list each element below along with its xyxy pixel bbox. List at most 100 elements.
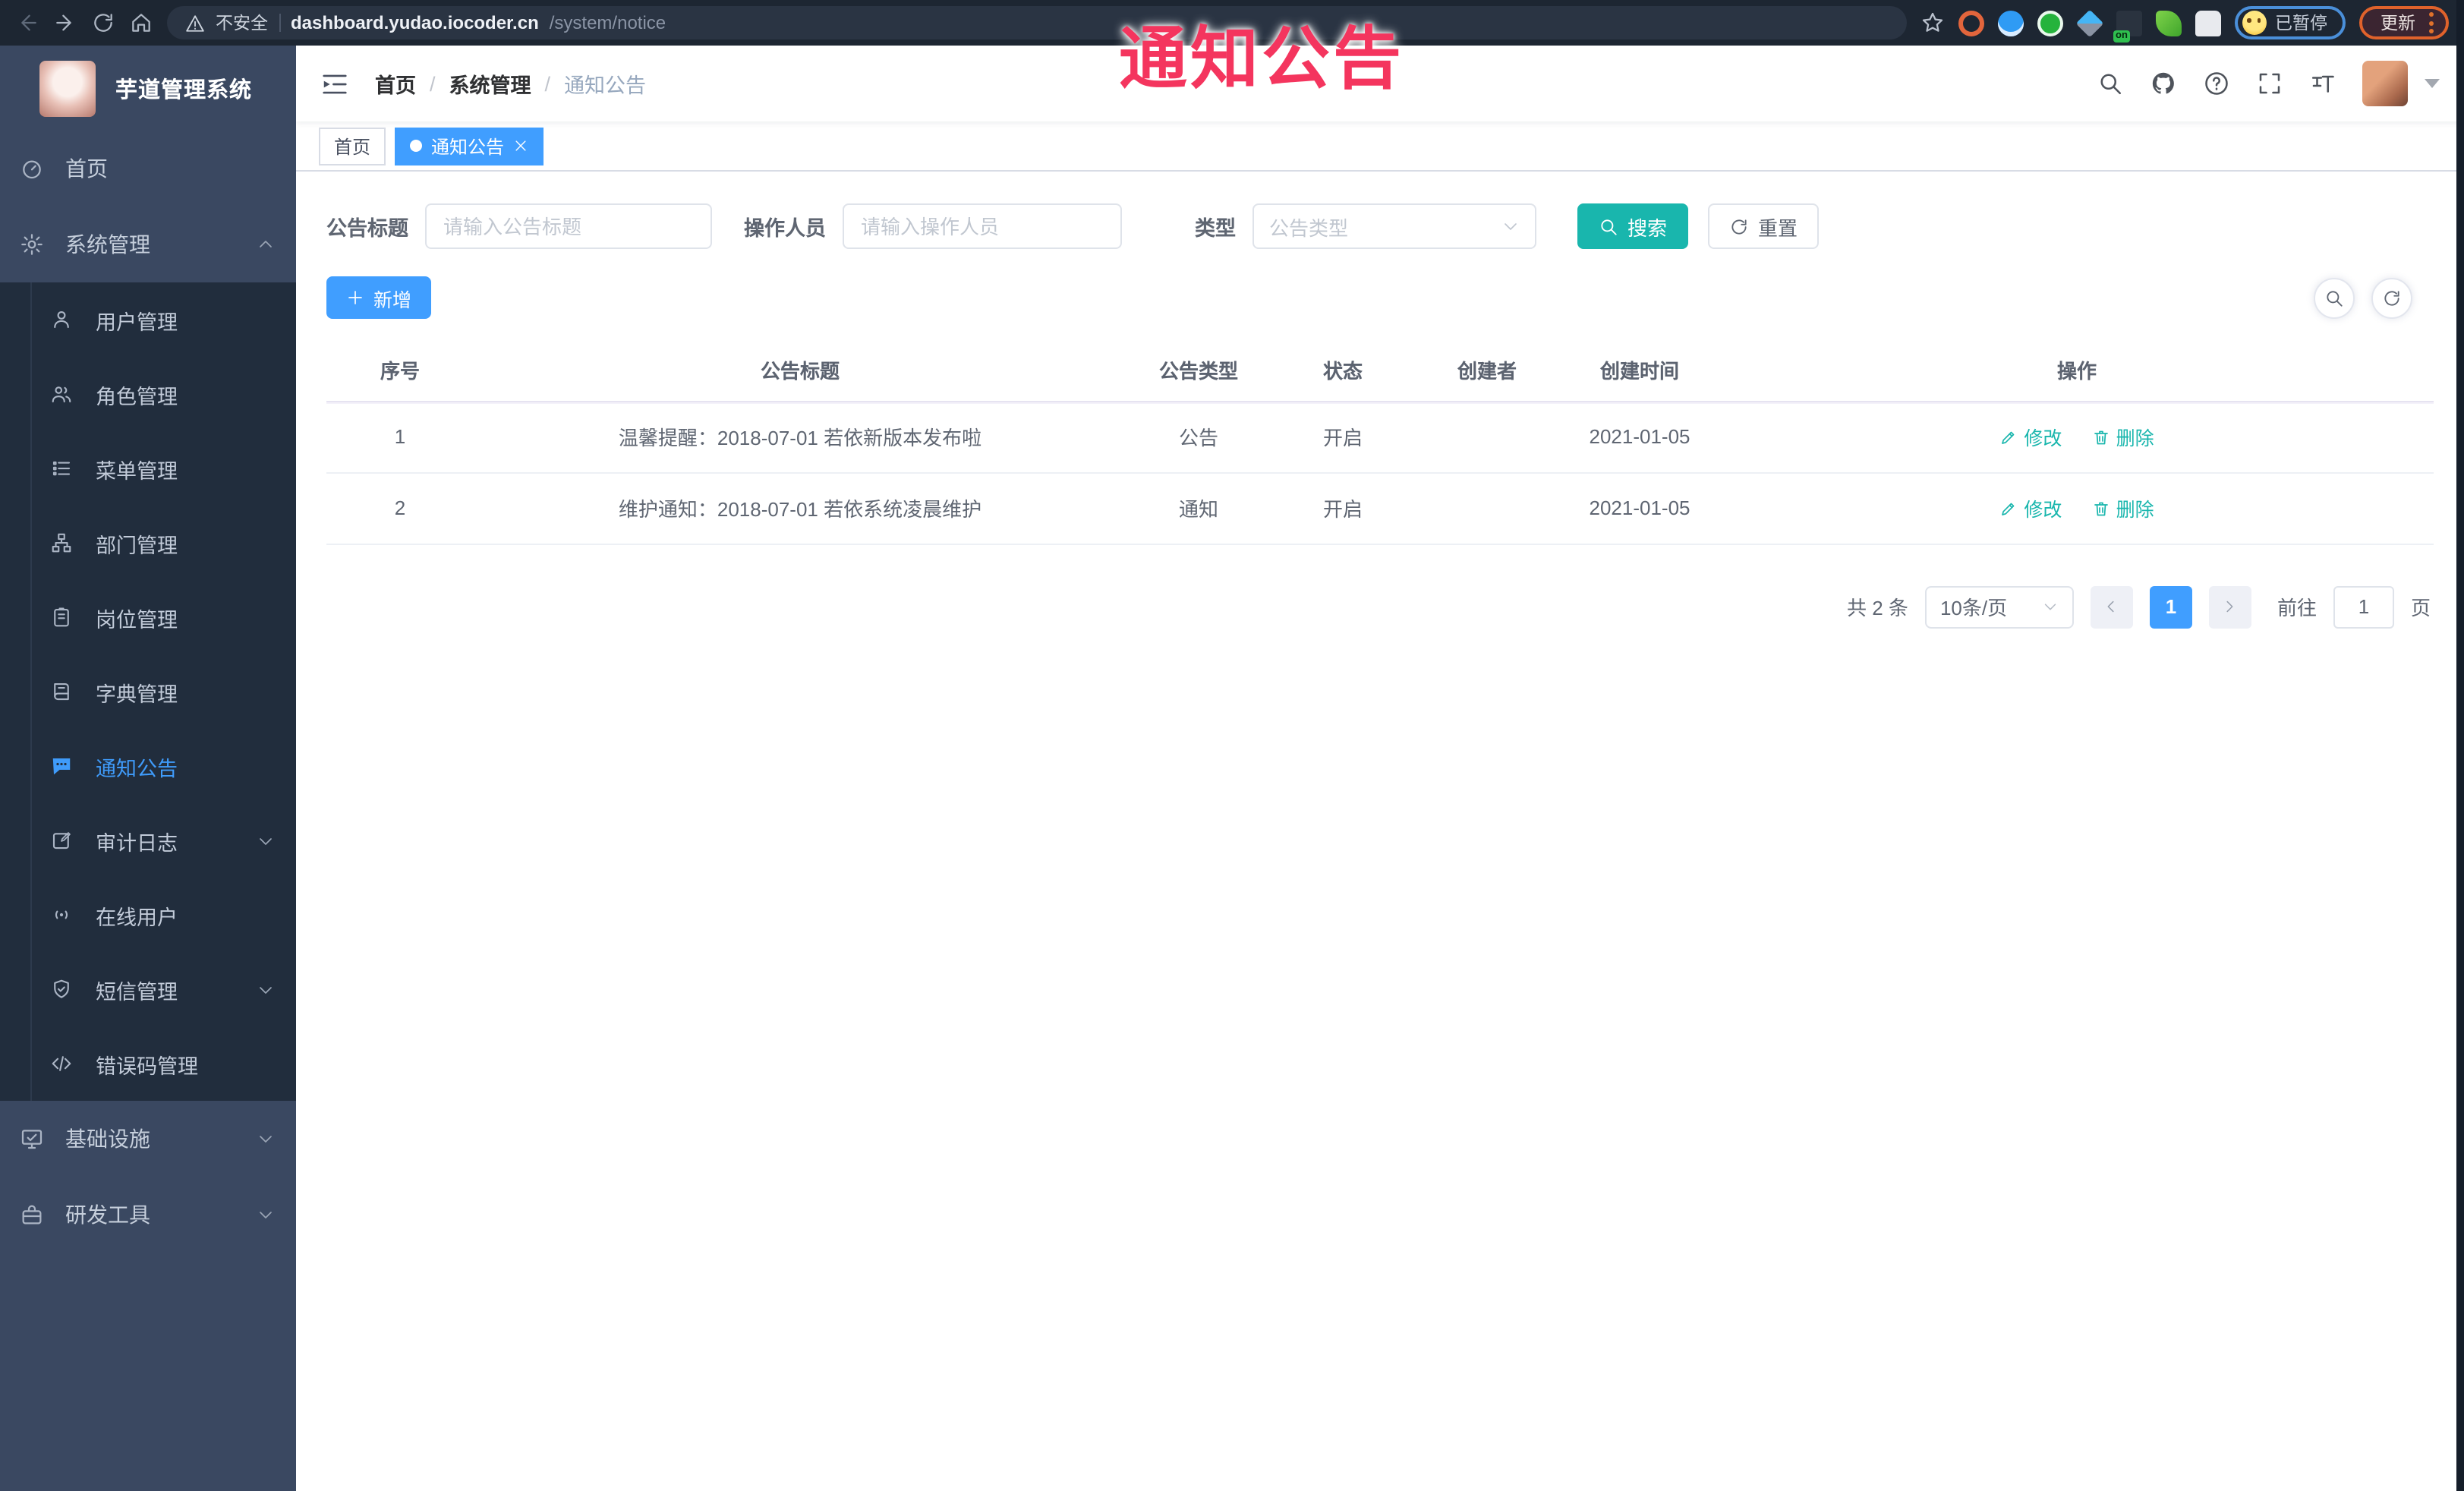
pagination: 共 2 条 10条/页 1 前往 页 xyxy=(326,585,2434,628)
back-icon[interactable] xyxy=(15,11,39,35)
user-avatar[interactable] xyxy=(2362,61,2408,106)
extension-orange-icon[interactable] xyxy=(1958,10,1983,36)
font-size-icon[interactable] xyxy=(2309,70,2336,97)
help-icon[interactable] xyxy=(2203,70,2230,97)
col-create-time: 创建时间 xyxy=(1559,339,1720,402)
current-page-button[interactable]: 1 xyxy=(2149,585,2192,628)
sidebar-item-roles[interactable]: 角色管理 xyxy=(0,357,296,431)
bookmark-star-icon[interactable] xyxy=(1920,11,1944,35)
tabs-bar: 首页 通知公告 xyxy=(296,121,2464,172)
sidebar-item-users[interactable]: 用户管理 xyxy=(0,282,296,357)
breadcrumb-home[interactable]: 首页 xyxy=(375,68,416,99)
infrastructure-icon xyxy=(20,1127,44,1151)
sidebar-item-audit-log[interactable]: 审计日志 xyxy=(0,803,296,878)
edit-link[interactable]: 修改 xyxy=(1999,422,2062,451)
url-separator xyxy=(279,14,280,32)
tab-close-icon[interactable] xyxy=(513,138,528,153)
search-icon[interactable] xyxy=(2097,70,2124,97)
sidebar-item-online-users[interactable]: 在线用户 xyxy=(0,878,296,952)
delete-link[interactable]: 删除 xyxy=(2092,422,2154,451)
audit-log-icon xyxy=(50,829,73,852)
extension-leaf-icon[interactable] xyxy=(2155,10,2181,36)
refresh-table-button[interactable] xyxy=(2371,277,2412,318)
breadcrumb-separator: / xyxy=(544,72,551,95)
type-label: 类型 xyxy=(1195,217,1236,240)
browser-menu-icon[interactable] xyxy=(2429,12,2434,33)
edit-link[interactable]: 修改 xyxy=(1999,493,2062,522)
profile-paused-badge[interactable]: 已暂停 xyxy=(2234,6,2346,39)
sidebar-item-sms[interactable]: 短信管理 xyxy=(0,952,296,1026)
sidebar-item-system[interactable]: 系统管理 xyxy=(0,206,296,282)
filter-operator-group: 操作人员 xyxy=(744,203,1122,249)
chevron-down-icon xyxy=(257,1206,275,1224)
cell-index: 2 xyxy=(326,472,474,544)
app-title: 芋道管理系统 xyxy=(115,78,252,102)
col-title: 公告标题 xyxy=(474,339,1126,402)
sidebar-item-label: 菜单管理 xyxy=(96,459,178,482)
sidebar: 芋道管理系统 首页 系统管理 用户管理 角色管理 菜单管理 部门管理 岗位管理 … xyxy=(0,46,296,1491)
extension-puzzle-icon[interactable] xyxy=(2195,10,2220,36)
avatar-caret-icon[interactable] xyxy=(2425,79,2440,88)
title-label: 公告标题 xyxy=(326,217,408,240)
current-page-number: 1 xyxy=(2165,595,2177,618)
prev-page-button[interactable] xyxy=(2090,585,2133,628)
users-icon xyxy=(50,383,73,405)
forward-icon[interactable] xyxy=(53,11,77,35)
sidebar-item-dev-tools[interactable]: 研发工具 xyxy=(0,1177,296,1253)
sidebar-item-infrastructure[interactable]: 基础设施 xyxy=(0,1101,296,1177)
sidebar-item-label: 审计日志 xyxy=(96,831,178,854)
extension-blue-icon[interactable] xyxy=(1997,10,2023,36)
title-input[interactable] xyxy=(425,203,712,249)
extension-diamond-icon[interactable] xyxy=(2075,8,2103,37)
sidebar-collapse-icon[interactable] xyxy=(320,69,349,98)
sidebar-item-error-codes[interactable]: 错误码管理 xyxy=(0,1026,296,1101)
next-page-button[interactable] xyxy=(2208,585,2251,628)
table-toolbar: 新增 xyxy=(326,276,2434,319)
address-bar[interactable]: 不安全 dashboard.yudao.iocoder.cn/system/no… xyxy=(167,6,1906,39)
refresh-icon xyxy=(2382,288,2402,307)
sidebar-item-menus[interactable]: 菜单管理 xyxy=(0,431,296,506)
edit-icon xyxy=(1999,499,2018,517)
goto-label: 前往 xyxy=(2277,597,2317,619)
window-scrollbar-track[interactable] xyxy=(2456,0,2464,1491)
github-icon[interactable] xyxy=(2150,70,2177,97)
add-button[interactable]: 新增 xyxy=(326,276,432,319)
top-navbar: 首页 / 系统管理 / 通知公告 xyxy=(296,46,2464,121)
security-warning-icon[interactable] xyxy=(185,13,205,33)
sidebar-item-notice[interactable]: 通知公告 xyxy=(0,729,296,803)
page-size-select[interactable]: 10条/页 xyxy=(1924,585,2074,628)
cell-creator xyxy=(1415,472,1559,544)
sidebar-item-departments[interactable]: 部门管理 xyxy=(0,506,296,580)
cell-creator xyxy=(1415,401,1559,473)
show-search-button[interactable] xyxy=(2314,277,2355,318)
filter-form: 公告标题 操作人员 类型 公告类型 搜索 xyxy=(326,203,2434,249)
fullscreen-icon[interactable] xyxy=(2256,70,2283,97)
sidebar-item-home[interactable]: 首页 xyxy=(0,131,296,206)
reset-button[interactable]: 重置 xyxy=(1708,203,1820,249)
col-index: 序号 xyxy=(326,339,474,402)
sidebar-logo-row[interactable]: 芋道管理系统 xyxy=(0,46,296,131)
goto-page-input[interactable] xyxy=(2333,585,2394,628)
extension-switch-icon[interactable]: on xyxy=(2113,10,2141,42)
home-icon[interactable] xyxy=(129,11,153,35)
tab-home[interactable]: 首页 xyxy=(319,127,386,165)
type-select[interactable]: 公告类型 xyxy=(1252,203,1536,249)
plus-icon xyxy=(346,288,364,307)
page-size-value: 10条/页 xyxy=(1939,597,2008,619)
operator-input[interactable] xyxy=(843,203,1122,249)
search-button-label: 搜索 xyxy=(1627,216,1668,239)
sidebar-item-label: 系统管理 xyxy=(65,232,150,257)
delete-link[interactable]: 删除 xyxy=(2092,493,2154,522)
extension-green-icon[interactable] xyxy=(2037,10,2062,36)
breadcrumb-system[interactable]: 系统管理 xyxy=(449,68,531,99)
reload-icon[interactable] xyxy=(91,11,115,35)
cell-type: 通知 xyxy=(1126,472,1271,544)
search-button[interactable]: 搜索 xyxy=(1577,203,1689,249)
sidebar-item-label: 岗位管理 xyxy=(96,608,178,631)
dashboard-icon xyxy=(20,156,44,181)
tab-notice[interactable]: 通知公告 xyxy=(395,127,544,165)
browser-update-button[interactable]: 更新 xyxy=(2359,6,2449,39)
sidebar-item-dictionary[interactable]: 字典管理 xyxy=(0,654,296,729)
browser-toolbar: 不安全 dashboard.yudao.iocoder.cn/system/no… xyxy=(0,0,2464,46)
sidebar-item-posts[interactable]: 岗位管理 xyxy=(0,580,296,654)
